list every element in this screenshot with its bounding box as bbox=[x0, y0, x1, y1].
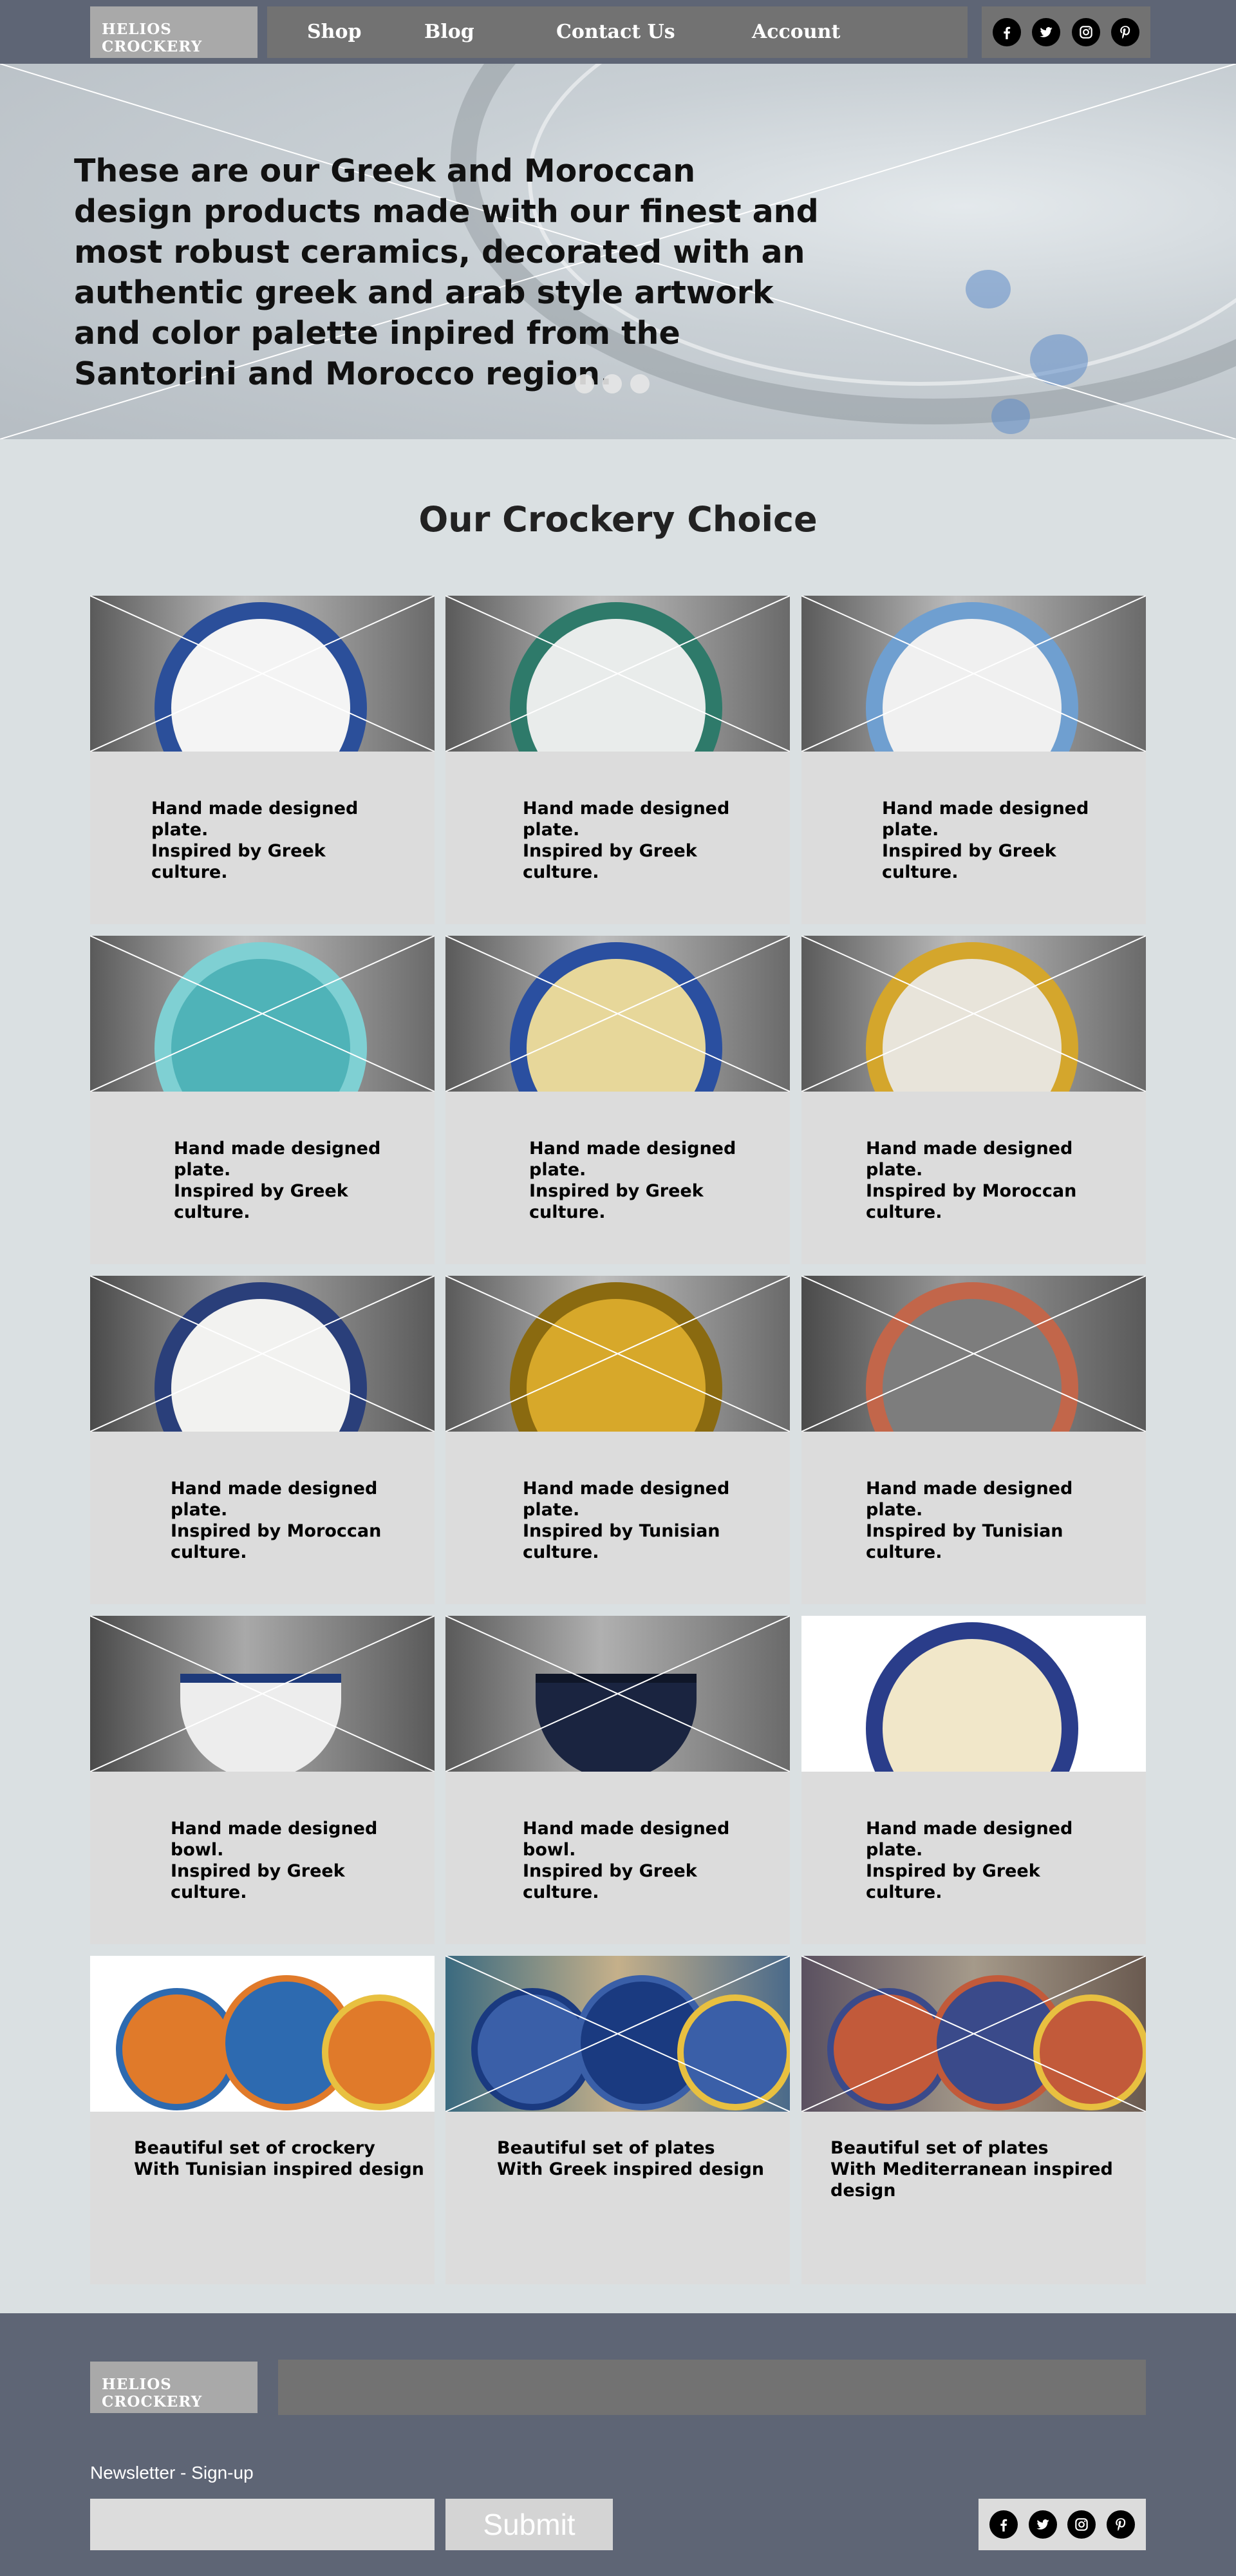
product-image[interactable] bbox=[90, 1616, 435, 1772]
image-placeholder-cross bbox=[801, 936, 1146, 1092]
image-placeholder-cross bbox=[445, 1616, 790, 1772]
product-card[interactable]: Hand made designed plate. Inspired by Gr… bbox=[90, 936, 435, 1264]
image-placeholder-cross bbox=[90, 596, 435, 752]
product-card[interactable]: Hand made designed plate. Inspired by Gr… bbox=[445, 936, 790, 1264]
product-image[interactable] bbox=[90, 1276, 435, 1432]
newsletter-email-input[interactable] bbox=[90, 2499, 435, 2550]
image-placeholder-cross bbox=[801, 1956, 1146, 2112]
product-card[interactable]: Hand made designed plate. Inspired by Mo… bbox=[90, 1276, 435, 1604]
product-caption: Hand made designed plate. Inspired by Mo… bbox=[866, 1139, 1077, 1222]
twitter-icon[interactable] bbox=[1032, 18, 1061, 46]
twitter-icon[interactable] bbox=[1028, 2510, 1057, 2539]
carousel-dot-1[interactable] bbox=[575, 374, 594, 393]
product-image[interactable] bbox=[445, 1276, 790, 1432]
product-card[interactable]: Hand made designed plate. Inspired by Gr… bbox=[90, 596, 435, 924]
brand-logo[interactable]: HELIOS CROCKERY bbox=[90, 6, 258, 58]
header-social-links bbox=[982, 6, 1150, 58]
product-card[interactable]: Beautiful set of crockery With Tunisian … bbox=[90, 1956, 435, 2284]
brand-name-line1: HELIOS bbox=[102, 21, 172, 38]
image-placeholder-cross bbox=[445, 596, 790, 752]
instagram-icon[interactable] bbox=[1071, 18, 1100, 46]
product-image[interactable] bbox=[90, 1956, 435, 2112]
image-placeholder-cross bbox=[445, 936, 790, 1092]
product-caption: Hand made designed plate. Inspired by Gr… bbox=[882, 799, 1089, 882]
pinterest-icon[interactable] bbox=[1110, 18, 1139, 46]
hero-flower-decoration bbox=[991, 399, 1030, 434]
site-footer: HELIOS CROCKERY Newsletter - Sign-up Sub… bbox=[0, 2313, 1236, 2576]
product-caption: Hand made designed bowl. Inspired by Gre… bbox=[171, 1819, 378, 1902]
site-header: HELIOS CROCKERY Shop Blog Contact Us Acc… bbox=[0, 0, 1236, 64]
section-title: Our Crockery Choice bbox=[418, 499, 818, 540]
nav-contact-us[interactable]: Contact Us bbox=[556, 6, 675, 58]
product-caption: Beautiful set of plates With Greek inspi… bbox=[497, 2138, 765, 2179]
image-placeholder-cross bbox=[90, 1616, 435, 1772]
submit-button[interactable]: Submit bbox=[445, 2499, 613, 2550]
product-image[interactable] bbox=[801, 1276, 1146, 1432]
product-caption: Hand made designed plate. Inspired by Gr… bbox=[523, 799, 730, 882]
image-placeholder-cross bbox=[445, 1956, 790, 2112]
product-caption: Beautiful set of plates With Mediterrane… bbox=[830, 2138, 1113, 2201]
hero-flower-decoration bbox=[1030, 334, 1088, 386]
nav-shop[interactable]: Shop bbox=[307, 6, 361, 58]
product-image[interactable] bbox=[90, 596, 435, 752]
main-nav: Shop Blog Contact Us Account bbox=[267, 6, 968, 58]
brand-name-line2: CROCKERY bbox=[102, 2393, 203, 2410]
product-image[interactable] bbox=[801, 1956, 1146, 2112]
product-image[interactable] bbox=[801, 936, 1146, 1092]
product-image[interactable] bbox=[445, 936, 790, 1092]
product-caption: Hand made designed plate. Inspired by Tu… bbox=[523, 1479, 730, 1562]
brand-name-line2: CROCKERY bbox=[102, 38, 203, 55]
facebook-icon[interactable] bbox=[989, 2510, 1018, 2539]
product-caption: Hand made designed plate. Inspired by Tu… bbox=[866, 1479, 1073, 1562]
footer-brand-logo[interactable]: HELIOS CROCKERY bbox=[90, 2362, 258, 2413]
product-card[interactable]: Hand made designed plate. Inspired by Gr… bbox=[445, 596, 790, 924]
product-image[interactable] bbox=[801, 1616, 1146, 1772]
image-placeholder-cross bbox=[90, 936, 435, 1092]
image-placeholder-cross bbox=[445, 1276, 790, 1432]
product-caption: Hand made designed bowl. Inspired by Gre… bbox=[523, 1819, 730, 1902]
product-caption: Hand made designed plate. Inspired by Gr… bbox=[866, 1819, 1073, 1902]
hero-text: These are our Greek and Moroccan design … bbox=[74, 153, 819, 392]
footer-bar bbox=[278, 2360, 1146, 2415]
product-card[interactable]: Hand made designed plate. Inspired by Tu… bbox=[445, 1276, 790, 1604]
product-card[interactable]: Hand made designed plate. Inspired by Gr… bbox=[801, 1616, 1146, 1944]
image-placeholder-cross bbox=[801, 596, 1146, 752]
nav-blog[interactable]: Blog bbox=[424, 6, 474, 58]
hero-banner: These are our Greek and Moroccan design … bbox=[0, 64, 1236, 439]
product-card[interactable]: Hand made designed plate. Inspired by Gr… bbox=[801, 596, 1146, 924]
facebook-icon[interactable] bbox=[993, 18, 1022, 46]
carousel-dots bbox=[575, 374, 650, 393]
instagram-icon[interactable] bbox=[1067, 2510, 1096, 2539]
image-placeholder-cross bbox=[801, 1276, 1146, 1432]
product-image[interactable] bbox=[445, 1956, 790, 2112]
nav-account[interactable]: Account bbox=[752, 6, 840, 58]
product-card[interactable]: Beautiful set of plates With Mediterrane… bbox=[801, 1956, 1146, 2284]
carousel-dot-3[interactable] bbox=[630, 374, 650, 393]
carousel-dot-2[interactable] bbox=[603, 374, 622, 393]
product-card[interactable]: Beautiful set of plates With Greek inspi… bbox=[445, 1956, 790, 2284]
pinterest-icon[interactable] bbox=[1107, 2510, 1136, 2539]
product-card[interactable]: Hand made designed bowl. Inspired by Gre… bbox=[90, 1616, 435, 1944]
product-caption: Hand made designed plate. Inspired by Gr… bbox=[174, 1139, 381, 1222]
product-image[interactable] bbox=[801, 596, 1146, 752]
product-card[interactable]: Hand made designed plate. Inspired by Tu… bbox=[801, 1276, 1146, 1604]
image-placeholder-cross bbox=[90, 1276, 435, 1432]
hero-flower-decoration bbox=[966, 270, 1011, 308]
product-image[interactable] bbox=[445, 1616, 790, 1772]
product-card[interactable]: Hand made designed bowl. Inspired by Gre… bbox=[445, 1616, 790, 1944]
product-card[interactable]: Hand made designed plate. Inspired by Mo… bbox=[801, 936, 1146, 1264]
product-caption: Hand made designed plate. Inspired by Mo… bbox=[171, 1479, 382, 1562]
product-image[interactable] bbox=[90, 936, 435, 1092]
newsletter-label: Newsletter - Sign-up bbox=[90, 2463, 254, 2483]
footer-social-links bbox=[979, 2499, 1146, 2550]
product-image[interactable] bbox=[445, 596, 790, 752]
product-caption: Hand made designed plate. Inspired by Gr… bbox=[529, 1139, 736, 1222]
product-caption: Hand made designed plate. Inspired by Gr… bbox=[151, 799, 359, 882]
product-caption: Beautiful set of crockery With Tunisian … bbox=[134, 2138, 424, 2179]
brand-name-line1: HELIOS bbox=[102, 2376, 172, 2393]
